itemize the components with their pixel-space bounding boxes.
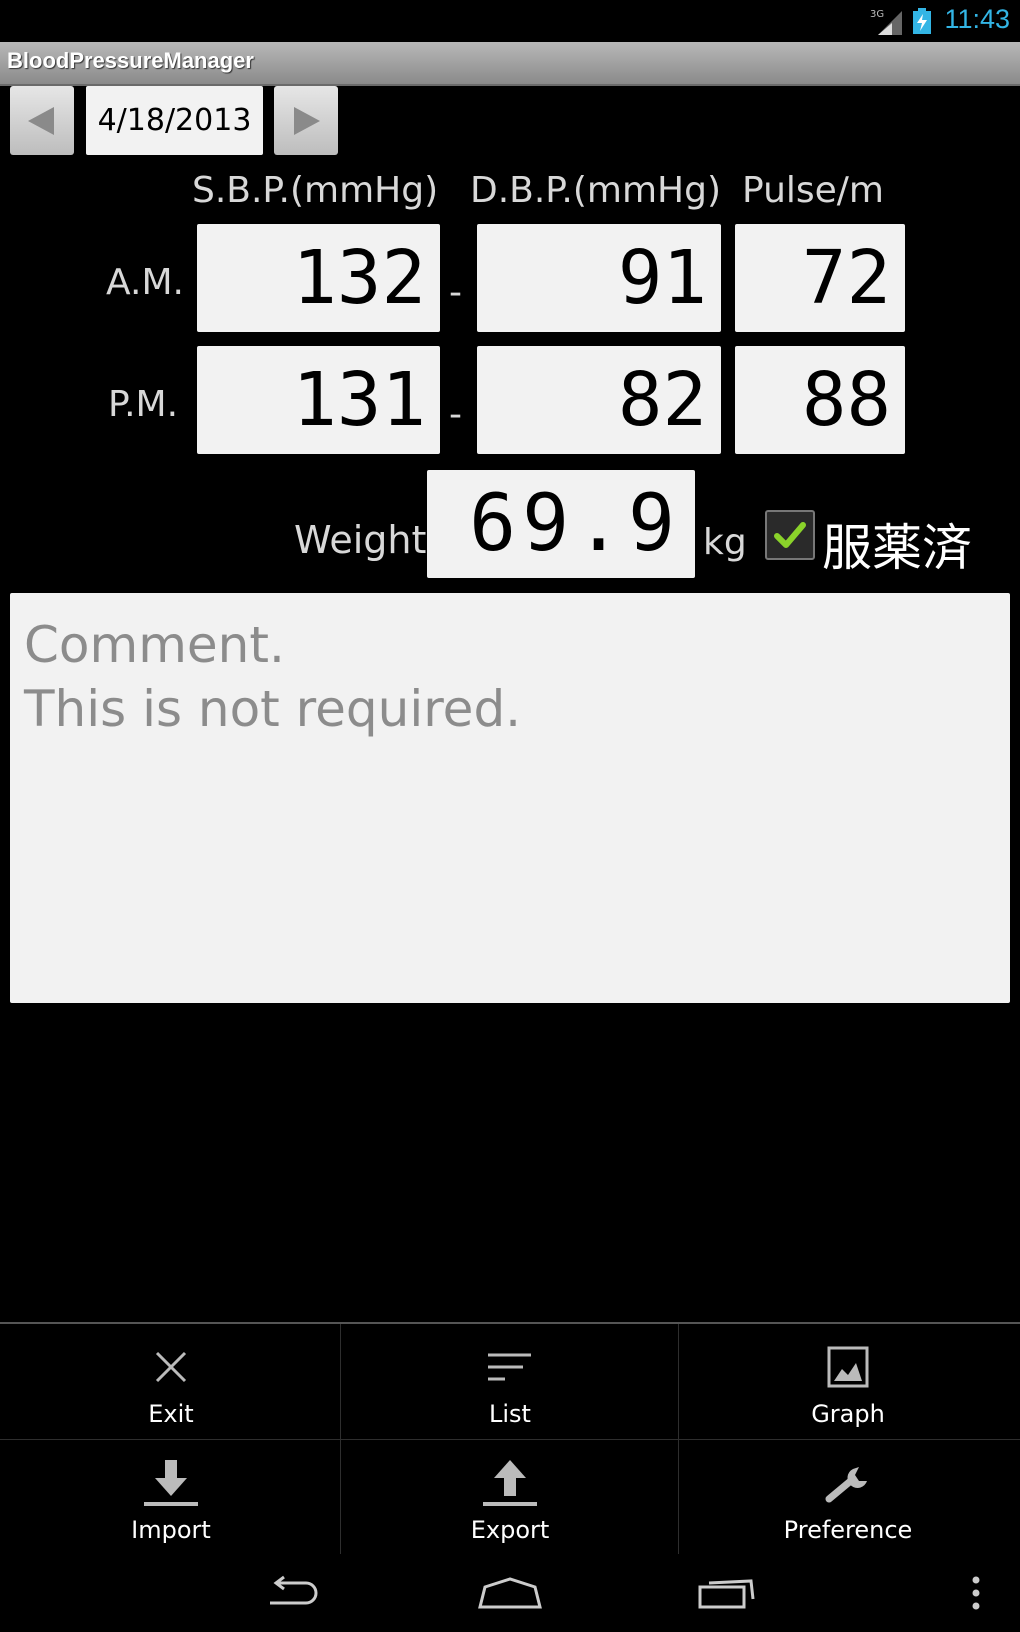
weight-label: Weight xyxy=(294,518,427,562)
home-icon xyxy=(478,1577,542,1609)
am-sbp-input[interactable]: 132 xyxy=(197,224,440,332)
dbp-header: D.B.P.(mmHg) xyxy=(470,170,721,211)
clock: 11:43 xyxy=(944,4,1010,34)
menu-import-button[interactable]: Import xyxy=(2,1440,340,1554)
menu-preference-button[interactable]: Preference xyxy=(679,1440,1017,1554)
menu-preference-label: Preference xyxy=(783,1516,913,1544)
menu-exit-label: Exit xyxy=(148,1400,194,1428)
arrow-right-icon xyxy=(294,106,320,135)
medication-label[interactable]: 服薬済 xyxy=(822,508,972,580)
close-icon xyxy=(141,1342,201,1392)
arrow-left-icon xyxy=(28,106,54,135)
am-pulse-input[interactable]: 72 xyxy=(735,224,905,332)
weight-unit: kg xyxy=(703,522,747,563)
pm-dbp-input[interactable]: 82 xyxy=(477,346,721,454)
system-navigation-bar xyxy=(0,1554,1020,1632)
title-bar: BloodPressureManager xyxy=(0,42,1020,86)
recent-apps-button[interactable] xyxy=(688,1568,768,1618)
menu-export-button[interactable]: Export xyxy=(341,1440,679,1554)
medication-checkbox[interactable] xyxy=(765,510,815,560)
battery-charging-icon xyxy=(913,8,931,34)
date-display[interactable]: 4/18/2013 xyxy=(86,86,263,155)
upload-icon xyxy=(480,1458,540,1508)
pm-pulse-input[interactable]: 88 xyxy=(735,346,905,454)
weight-input[interactable]: 69.9 xyxy=(427,470,695,578)
menu-graph-button[interactable]: Graph xyxy=(679,1324,1017,1438)
recent-apps-icon xyxy=(698,1579,755,1609)
list-icon xyxy=(480,1342,540,1392)
signal-3g-icon: 3G xyxy=(870,9,902,35)
menu-exit-button[interactable]: Exit xyxy=(2,1324,340,1438)
network-type-label: 3G xyxy=(870,9,884,20)
am-separator: - xyxy=(449,272,462,313)
next-date-button[interactable] xyxy=(274,86,338,155)
pm-label: P.M. xyxy=(108,384,179,425)
app-title: BloodPressureManager xyxy=(7,48,254,73)
am-dbp-input[interactable]: 91 xyxy=(477,224,721,332)
comment-field[interactable]: Comment. This is not required. xyxy=(10,593,1010,1003)
menu-import-label: Import xyxy=(131,1516,211,1544)
am-label: A.M. xyxy=(106,262,184,303)
image-icon xyxy=(818,1342,878,1392)
overflow-menu-button[interactable] xyxy=(936,1568,1016,1618)
pm-sbp-input[interactable]: 131 xyxy=(197,346,440,454)
status-bar: 3G 11:43 xyxy=(0,0,1020,42)
menu-export-label: Export xyxy=(470,1516,550,1544)
overflow-menu-icon xyxy=(972,1576,980,1610)
wrench-icon xyxy=(818,1458,878,1508)
home-button[interactable] xyxy=(470,1568,550,1618)
back-icon xyxy=(270,1575,318,1605)
checkmark-icon xyxy=(774,522,806,548)
menu-list-button[interactable]: List xyxy=(341,1324,679,1438)
options-menu: Exit List Graph Import Export Preference xyxy=(0,1322,1020,1556)
pm-separator: - xyxy=(449,394,462,435)
menu-list-label: List xyxy=(489,1400,531,1428)
previous-date-button[interactable] xyxy=(10,86,74,155)
pulse-header: Pulse/m xyxy=(742,170,884,211)
download-icon xyxy=(141,1458,201,1508)
back-button[interactable] xyxy=(252,1568,332,1618)
menu-graph-label: Graph xyxy=(811,1400,885,1428)
sbp-header: S.B.P.(mmHg) xyxy=(192,170,439,211)
